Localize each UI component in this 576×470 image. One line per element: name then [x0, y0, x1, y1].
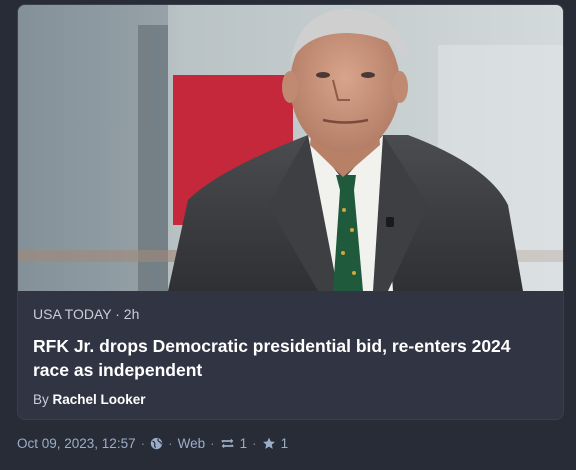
status-meta: Oct 09, 2023, 12:57 · · Web · 1 · 1	[17, 436, 288, 451]
dot-separator: ·	[140, 436, 146, 451]
dot-separator: ·	[168, 436, 173, 451]
link-preview-card[interactable]: USA TODAY · 2h RFK Jr. drops Democratic …	[17, 4, 564, 420]
status-timestamp[interactable]: Oct 09, 2023, 12:57	[17, 436, 136, 451]
card-byline: By Rachel Looker	[33, 392, 548, 407]
boost-icon	[220, 437, 235, 450]
favourites-count-button[interactable]: 1	[262, 436, 289, 451]
byline-prefix: By	[33, 392, 49, 407]
dot-separator: ·	[210, 436, 215, 451]
boosts-count-button[interactable]: 1	[220, 436, 248, 451]
card-source: USA TODAY · 2h	[33, 305, 548, 323]
card-body: USA TODAY · 2h RFK Jr. drops Democratic …	[33, 305, 548, 407]
news-photo	[18, 5, 563, 291]
published-age: 2h	[123, 306, 140, 322]
boost-count: 1	[239, 436, 248, 451]
author-name[interactable]: Rachel Looker	[53, 392, 146, 407]
posted-via-app: Web	[177, 436, 206, 451]
card-title[interactable]: RFK Jr. drops Democratic presidential bi…	[33, 334, 548, 382]
globe-icon	[150, 437, 163, 450]
preview-image[interactable]	[18, 5, 563, 291]
dot-separator: ·	[115, 306, 120, 322]
source-name: USA TODAY	[33, 306, 112, 322]
favourite-count: 1	[280, 436, 289, 451]
dot-separator: ·	[252, 436, 257, 451]
star-icon	[262, 437, 276, 450]
